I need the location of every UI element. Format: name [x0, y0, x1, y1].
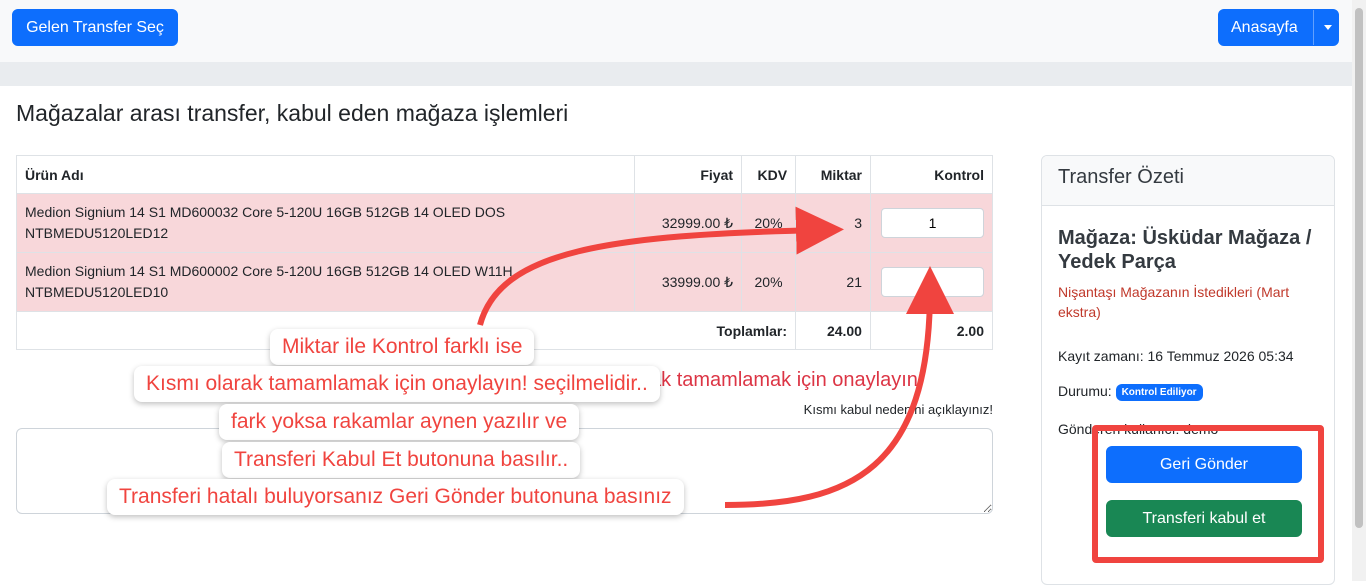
dropdown-separator [1313, 10, 1314, 45]
header-control: Kontrol [869, 155, 994, 194]
control-cell [869, 193, 994, 253]
table-header-row: Ürün Adı Fiyat KDV Miktar Kontrol [15, 155, 994, 194]
partial-reason-label: Kısmı kabul nedenini açıklayınız! [803, 402, 993, 417]
product-name-cell: Medion Signium 14 S1 MD600032 Core 5-120… [15, 193, 636, 253]
quantity-cell: 21 [795, 252, 871, 312]
scrollbar-thumb[interactable] [1355, 8, 1363, 528]
annotation-callout: fark yoksa rakamlar aynen yazılır ve [219, 404, 580, 440]
control-cell [869, 252, 994, 312]
kdv-cell: 20% [741, 193, 797, 253]
header-quantity: Miktar [795, 155, 871, 194]
quantity-cell: 3 [795, 193, 871, 253]
annotation-callout: Miktar ile Kontrol farklı ise [270, 329, 535, 365]
status-line: Durumu: Kontrol Ediliyor [1058, 383, 1318, 401]
sender-user: Gönderen kullanıcı: demo [1058, 420, 1219, 437]
accept-transfer-button[interactable]: Transferi kabul et [1106, 500, 1302, 537]
summary-header: Transfer Özeti [1042, 156, 1334, 206]
table-row: Medion Signium 14 S1 MD600032 Core 5-120… [15, 193, 994, 253]
control-input[interactable] [881, 208, 984, 238]
page-title: Mağazalar arası transfer, kabul eden mağ… [16, 100, 569, 126]
header-price: Fiyat [634, 155, 743, 194]
vertical-scrollbar[interactable] [1352, 0, 1366, 581]
annotation-callout: Kısmı olarak tamamlamak için onaylayın! … [134, 366, 660, 402]
top-navbar [0, 0, 1352, 62]
totals-quantity: 24.00 [795, 311, 871, 350]
transfer-subtitle: Nişantaşı Mağazanın İstedikleri (Mart ek… [1058, 284, 1290, 320]
caret-down-icon [1324, 25, 1332, 30]
header-kdv: KDV [741, 155, 797, 194]
header-product-name: Ürün Adı [15, 155, 636, 194]
annotation-callout: Transferi hatalı buluyorsanız Geri Gönde… [107, 479, 684, 515]
product-code: NTBMEDU5120LED10 [25, 284, 169, 300]
status-label: Durumu: [1058, 383, 1112, 399]
summary-body: Mağaza: Üsküdar Mağaza / Yedek Parça Niş… [1042, 206, 1334, 451]
product-code: NTBMEDU5120LED12 [25, 225, 169, 241]
product-name: Medion Signium 14 S1 MD600002 Core 5-120… [25, 263, 513, 279]
record-time: Kayıt zamanı: 16 Temmuz 2026 05:34 [1058, 348, 1294, 364]
control-input[interactable] [881, 267, 984, 297]
transfer-items-table: Ürün Adı Fiyat KDV Miktar Kontrol Medion… [15, 155, 994, 350]
table-row: Medion Signium 14 S1 MD600002 Core 5-120… [15, 252, 994, 312]
annotation-callout: Transferi Kabul Et butonuna basılır.. [222, 442, 581, 478]
return-transfer-button[interactable]: Geri Gönder [1106, 446, 1302, 483]
incoming-transfer-select-button[interactable]: Gelen Transfer Seç [12, 9, 178, 46]
home-label: Anasayfa [1231, 18, 1298, 36]
product-name-cell: Medion Signium 14 S1 MD600002 Core 5-120… [15, 252, 636, 312]
totals-control: 2.00 [869, 311, 994, 350]
navbar-shadow-band [0, 62, 1352, 86]
price-cell: 33999.00 ₺ [634, 252, 743, 312]
product-name: Medion Signium 14 S1 MD600032 Core 5-120… [25, 204, 506, 220]
price-cell: 32999.00 ₺ [634, 193, 743, 253]
totals-label: Toplamlar: [716, 322, 788, 339]
status-badge: Kontrol Ediliyor [1115, 383, 1203, 401]
store-title: Mağaza: Üsküdar Mağaza / Yedek Parça [1058, 227, 1312, 273]
home-dropdown-button[interactable]: Anasayfa [1218, 9, 1339, 46]
kdv-cell: 20% [741, 252, 797, 312]
